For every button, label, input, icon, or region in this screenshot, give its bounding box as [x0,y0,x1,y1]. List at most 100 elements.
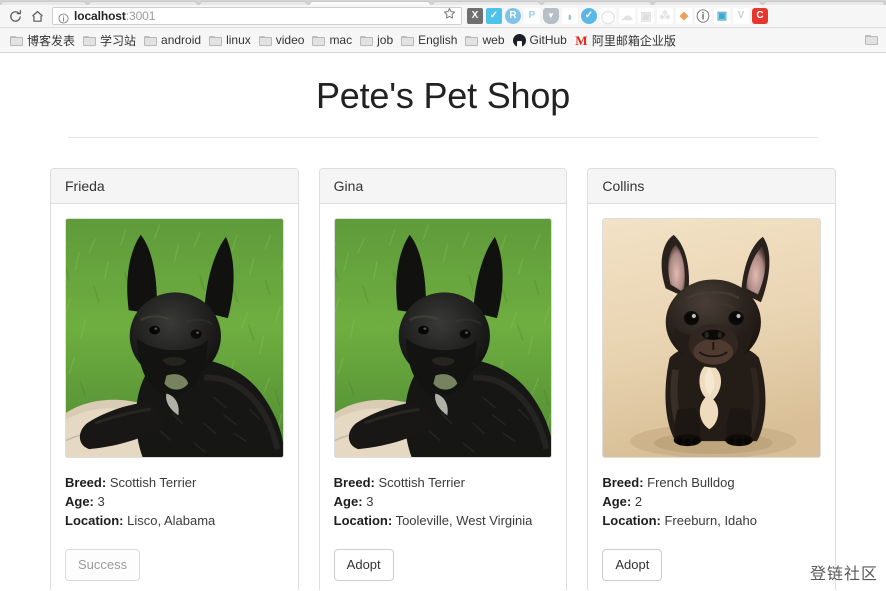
folder-icon [209,35,223,46]
folder-icon [312,35,326,46]
location-value: Lisco, Alabama [127,512,216,528]
bookmarks-bar: 博客发表 学习站 android linux video mac job Eng… [0,28,886,53]
reload-icon[interactable] [4,6,26,26]
pet-breed-row: Breed: Scottish Terrier [334,474,553,493]
checkmark-extension-icon[interactable]: ✓ [486,8,502,24]
location-value: Freeburn, Idaho [664,512,757,528]
mail-m-icon: M [575,32,588,48]
pet-location-row: Location: Tooleville, West Virginia [334,512,553,531]
v-extension-icon[interactable]: V [733,8,749,24]
bookmark-item[interactable]: web [462,31,509,50]
pet-card-row: Frieda Breed: Scottish Terrier Age: 3 Lo… [50,168,837,590]
breed-label: Breed: [65,475,107,490]
pet-photo-scottish-terrier [65,218,284,458]
breed-value: French Bulldog [647,475,735,490]
browser-tab[interactable] [87,1,198,5]
pet-name: Gina [319,169,567,204]
cloud-extension-icon[interactable]: ☁ [619,8,635,24]
bookmark-item-alimail[interactable]: M 阿里邮箱企业版 [572,31,681,50]
info-extension-icon[interactable]: ⓘ [695,8,711,24]
folder-icon [465,35,479,46]
clock-circle-extension-icon[interactable]: ✓ [581,8,597,24]
browser-tab[interactable] [652,1,763,5]
github-icon [512,33,526,47]
bookmark-label: mac [329,33,353,47]
tab-strip [0,0,886,5]
age-value: 3 [97,493,105,509]
bookmark-item[interactable]: video [256,31,310,50]
pet-age-row: Age: 2 [602,493,821,512]
pet-card-body: Breed: French Bulldog Age: 2 Location: F… [588,204,835,590]
r-badge-extension-icon[interactable]: R [505,8,521,24]
ring-extension-icon[interactable]: ◯ [600,8,616,24]
location-label: Location: [602,512,661,528]
age-label: Age: [602,493,632,509]
pet-card: Gina Breed: Scottish Terrier Age: 3 Loca… [318,168,568,590]
pet-location-row: Location: Freeburn, Idaho [602,512,821,531]
browser-tab[interactable] [0,1,87,5]
camera-extension-icon[interactable]: ▣ [714,8,730,24]
folder-overflow-icon[interactable] [865,34,878,45]
browser-tab[interactable] [542,1,652,5]
save-disk-extension-icon[interactable]: ▣ [638,8,654,24]
age-label: Age: [65,493,94,509]
bookmark-item[interactable]: job [357,31,398,50]
pocket-p-extension-icon[interactable]: P [524,8,540,24]
browser-tab-active[interactable] [309,1,431,5]
bookmark-item[interactable]: android [141,31,206,50]
title-divider [68,137,818,138]
folder-icon [258,35,272,46]
age-value: 3 [366,493,374,509]
address-bar[interactable]: localhost:3001 [52,7,462,25]
age-label: Age: [333,493,363,509]
pet-card-body: Breed: Scottish Terrier Age: 3 Location:… [51,204,298,590]
browser-tab[interactable] [763,1,885,5]
bookmark-item[interactable]: 博客发表 [7,31,80,50]
pet-age-row: Age: 3 [65,493,284,512]
shield-extension-icon[interactable]: ▼ [543,8,559,24]
pet-meta: Breed: French Bulldog Age: 2 Location: F… [602,474,821,531]
bookmark-label: video [275,33,305,47]
pet-breed-row: Breed: French Bulldog [602,474,821,493]
pet-photo-french-bulldog [602,218,822,458]
info-circle-icon[interactable] [58,11,69,24]
fox-extension-icon[interactable]: ◆ [676,8,692,24]
evernote-extension-icon[interactable]: ◗ [562,8,578,24]
page-content: Pete's Pet Shop Frieda Breed: Scottish T… [0,53,886,590]
bookmark-label: 学习站 [100,33,137,48]
age-value: 2 [634,493,643,509]
adopt-button[interactable]: Adopt [333,548,394,581]
share-node-extension-icon[interactable]: ⁂ [657,8,673,24]
watermark: 登链社区 [809,564,878,583]
page-container: Pete's Pet Shop Frieda Breed: Scottish T… [50,53,837,590]
browser-window: localhost:3001 X ✓ R P ▼ ◗ ✓ ◯ ☁ ▣ ⁂ ◆ ⓘ… [0,0,886,591]
folder-icon [10,35,23,46]
location-value: Tooleville, West Virginia [395,512,533,528]
bookmark-item-github[interactable]: GitHub [510,31,572,50]
bookmark-item[interactable]: 学习站 [80,31,141,50]
adopt-button[interactable]: Adopt [602,548,663,581]
star-icon[interactable] [443,7,456,25]
bookmark-item[interactable]: English [398,31,462,50]
breed-label: Breed: [602,475,644,490]
browser-tab[interactable] [431,1,542,5]
pet-location-row: Location: Lisco, Alabama [65,512,284,531]
bookmark-item[interactable]: linux [206,31,256,50]
home-icon[interactable] [26,6,48,26]
c-extension-icon[interactable]: C [752,8,768,24]
browser-tab[interactable] [198,1,309,5]
folder-icon [83,35,97,46]
bookmark-label: android [161,33,202,47]
location-label: Location: [333,512,393,528]
bookmark-label: linux [226,33,251,47]
breed-value: Scottish Terrier [378,475,465,490]
bookmark-item[interactable]: mac [309,31,357,50]
pet-card: Frieda Breed: Scottish Terrier Age: 3 Lo… [50,168,299,590]
adopt-button[interactable]: Success [65,548,141,581]
bookmark-label: 博客发表 [27,33,76,48]
bookmark-label: English [418,33,458,47]
page-title: Pete's Pet Shop [315,75,571,116]
x-extension-icon[interactable]: X [467,8,483,24]
folder-icon [144,35,158,46]
bookmark-label: job [377,33,394,47]
